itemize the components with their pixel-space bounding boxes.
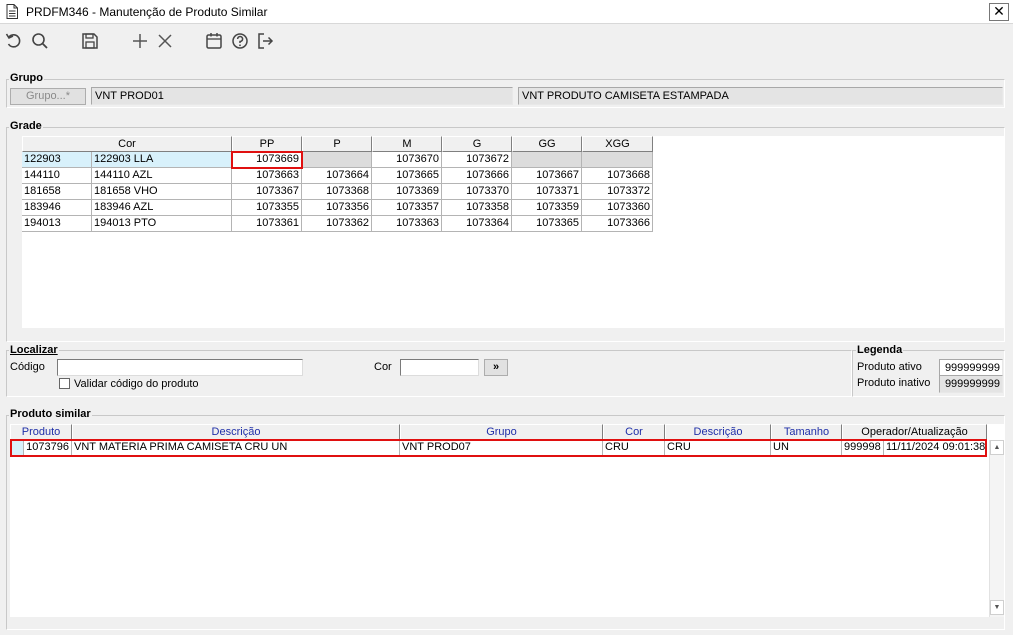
window-title: PRDFM346 - Manutenção de Produto Similar xyxy=(26,5,268,19)
validar-label: Validar código do produto xyxy=(74,378,199,390)
similar-row-indicator[interactable] xyxy=(10,440,24,456)
similar-cell-cor-descricao[interactable]: CRU xyxy=(665,440,771,456)
localizar-go-button[interactable]: » xyxy=(484,359,508,376)
grade-cell-p[interactable] xyxy=(302,152,372,168)
grade-cell-pp[interactable]: 1073663 xyxy=(232,168,302,184)
codigo-input[interactable] xyxy=(57,359,303,376)
validar-checkbox[interactable] xyxy=(59,378,70,389)
calendar-icon[interactable] xyxy=(204,31,224,51)
grade-cell-gg[interactable]: 1073359 xyxy=(512,200,582,216)
similar-header-cor[interactable]: Cor xyxy=(603,424,665,440)
grade-header-cor[interactable]: Cor xyxy=(22,136,232,152)
grade-cell-p[interactable]: 1073356 xyxy=(302,200,372,216)
similar-header-produto[interactable]: Produto xyxy=(10,424,72,440)
grade-cell-m[interactable]: 1073363 xyxy=(372,216,442,232)
grade-cell-cor[interactable]: 144110 AZL xyxy=(92,168,232,184)
produto-inativo-value: 999999999 xyxy=(939,375,1003,393)
similar-header-descricao[interactable]: Descrição xyxy=(72,424,400,440)
grade-cell-p[interactable]: 1073664 xyxy=(302,168,372,184)
legenda-label: Legenda xyxy=(856,344,904,356)
similar-label: Produto similar xyxy=(9,408,92,420)
close-button[interactable]: ✕ xyxy=(989,3,1009,21)
grade-cell-cor[interactable]: 122903 LLA xyxy=(92,152,232,168)
similar-cell-produto[interactable]: 1073796 xyxy=(24,440,72,456)
search-icon[interactable] xyxy=(30,31,50,51)
grade-header-xgg[interactable]: XGG xyxy=(582,136,653,152)
grade-cell-p[interactable]: 1073368 xyxy=(302,184,372,200)
grade-cell-xgg[interactable]: 1073372 xyxy=(582,184,653,200)
grade-cell-m[interactable]: 1073369 xyxy=(372,184,442,200)
grupo-label: Grupo xyxy=(9,72,44,84)
localizar-label: Localizar xyxy=(9,344,59,356)
grade-header-pp[interactable]: PP xyxy=(232,136,302,152)
similar-cell-tamanho[interactable]: UN xyxy=(771,440,842,456)
grade-cell-m[interactable]: 1073357 xyxy=(372,200,442,216)
save-icon[interactable] xyxy=(80,31,100,51)
cor-input[interactable] xyxy=(400,359,479,376)
grade-label: Grade xyxy=(9,120,43,132)
document-icon xyxy=(6,4,18,19)
grade-cell-xgg[interactable]: 1073366 xyxy=(582,216,653,232)
similar-cell-cor[interactable]: CRU xyxy=(603,440,665,456)
similar-cell-atualizacao[interactable]: 11/11/2024 09:01:38 xyxy=(884,440,987,456)
grade-cell-code[interactable]: 122903 xyxy=(22,152,92,168)
scroll-down-icon[interactable]: ▼ xyxy=(990,600,1004,615)
grade-cell-cor[interactable]: 194013 PTO xyxy=(92,216,232,232)
similar-cell-descricao[interactable]: VNT MATERIA PRIMA CAMISETA CRU UN xyxy=(72,440,400,456)
grade-header-g[interactable]: G xyxy=(442,136,512,152)
grade-cell-cor[interactable]: 181658 VHO xyxy=(92,184,232,200)
undo-icon[interactable] xyxy=(4,31,24,51)
grupo-code-field: VNT PROD01 xyxy=(91,87,513,105)
help-icon[interactable] xyxy=(230,31,250,51)
grade-grid[interactable]: Cor PP P M G GG XGG 122903 122903 LLA 10… xyxy=(22,136,1004,328)
grade-cell-g[interactable]: 1073370 xyxy=(442,184,512,200)
grade-cell-pp[interactable]: 1073355 xyxy=(232,200,302,216)
grupo-button[interactable]: Grupo...* xyxy=(10,88,86,105)
grade-header-m[interactable]: M xyxy=(372,136,442,152)
grade-cell-code[interactable]: 144110 xyxy=(22,168,92,184)
produto-inativo-label: Produto inativo xyxy=(857,377,931,389)
grupo-description-field: VNT PRODUTO CAMISETA ESTAMPADA xyxy=(518,87,1003,105)
grade-cell-m[interactable]: 1073670 xyxy=(372,152,442,168)
grade-cell-code[interactable]: 183946 xyxy=(22,200,92,216)
similar-header-tamanho[interactable]: Tamanho xyxy=(771,424,842,440)
grade-cell-gg[interactable]: 1073371 xyxy=(512,184,582,200)
codigo-label: Código xyxy=(10,361,45,373)
similar-header-operador[interactable]: Operador/Atualização xyxy=(842,424,987,440)
similar-scrollbar[interactable]: ▲ ▼ xyxy=(989,440,1004,617)
grade-cell-pp[interactable]: 1073361 xyxy=(232,216,302,232)
cancel-icon[interactable] xyxy=(155,31,175,51)
grade-cell-xgg[interactable]: 1073668 xyxy=(582,168,653,184)
title-bar: PRDFM346 - Manutenção de Produto Similar… xyxy=(0,0,1013,24)
grade-header-gg[interactable]: GG xyxy=(512,136,582,152)
grade-cell-g[interactable]: 1073672 xyxy=(442,152,512,168)
cor-label: Cor xyxy=(374,361,392,373)
grade-cell-gg[interactable]: 1073667 xyxy=(512,168,582,184)
grade-cell-p[interactable]: 1073362 xyxy=(302,216,372,232)
similar-cell-grupo[interactable]: VNT PROD07 xyxy=(400,440,603,456)
grade-cell-g[interactable]: 1073358 xyxy=(442,200,512,216)
grade-cell-code[interactable]: 194013 xyxy=(22,216,92,232)
grade-cell-gg[interactable]: 1073365 xyxy=(512,216,582,232)
grade-header-p[interactable]: P xyxy=(302,136,372,152)
similar-cell-operador[interactable]: 999998 xyxy=(842,440,884,456)
grade-cell-code[interactable]: 181658 xyxy=(22,184,92,200)
toolbar xyxy=(0,25,1013,59)
produto-ativo-label: Produto ativo xyxy=(857,361,922,373)
grade-cell-xgg[interactable]: 1073360 xyxy=(582,200,653,216)
exit-icon[interactable] xyxy=(255,31,275,51)
add-icon[interactable] xyxy=(130,31,150,51)
grade-cell-g[interactable]: 1073666 xyxy=(442,168,512,184)
grade-cell-pp[interactable]: 1073669 xyxy=(232,152,302,168)
grade-cell-xgg[interactable] xyxy=(582,152,653,168)
grade-cell-pp[interactable]: 1073367 xyxy=(232,184,302,200)
similar-grid[interactable]: Produto Descrição Grupo Cor Descrição Ta… xyxy=(10,424,1004,617)
scroll-up-icon[interactable]: ▲ xyxy=(990,440,1004,455)
grade-cell-cor[interactable]: 183946 AZL xyxy=(92,200,232,216)
similar-header-grupo[interactable]: Grupo xyxy=(400,424,603,440)
similar-header-cor-descricao[interactable]: Descrição xyxy=(665,424,771,440)
grade-cell-g[interactable]: 1073364 xyxy=(442,216,512,232)
grade-cell-gg[interactable] xyxy=(512,152,582,168)
grade-cell-m[interactable]: 1073665 xyxy=(372,168,442,184)
